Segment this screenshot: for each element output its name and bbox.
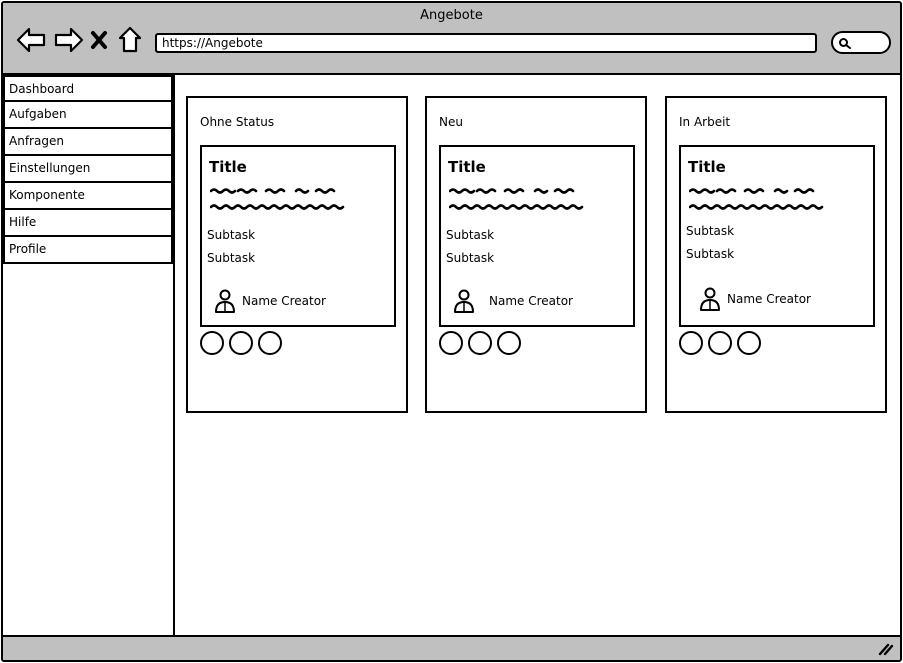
- board-column-neu: Neu Title Subtask Subtask Name Creator: [425, 96, 647, 413]
- column-title: Neu: [439, 115, 463, 129]
- sidebar-item-profile[interactable]: Profile: [3, 237, 173, 264]
- forward-arrow-icon: [54, 27, 84, 53]
- forward-button[interactable]: [54, 25, 84, 55]
- sidebar-item-dashboard[interactable]: Dashboard: [3, 75, 173, 102]
- assignee-avatar[interactable]: [258, 331, 282, 355]
- task-card[interactable]: Title Subtask Subtask Name Creator: [679, 145, 875, 327]
- assignee-avatar[interactable]: [200, 331, 224, 355]
- subtask-item: Subtask: [686, 247, 735, 261]
- home-button[interactable]: [117, 25, 143, 55]
- placeholder-text-scribble: [689, 188, 824, 210]
- board-column-ohne-status: Ohne Status Title Subtask Subtask Name C…: [186, 96, 408, 413]
- address-bar[interactable]: https://Angebote: [155, 33, 817, 53]
- sidebar-item-hilfe[interactable]: Hilfe: [3, 210, 173, 237]
- avatar-circles: [679, 331, 761, 355]
- placeholder-text-scribble: [210, 188, 345, 210]
- sidebar-item-komponente[interactable]: Komponente: [3, 183, 173, 210]
- card-title: Title: [688, 158, 726, 176]
- search-button[interactable]: [831, 31, 891, 54]
- task-card[interactable]: Title Subtask Subtask Name Creator: [439, 145, 635, 327]
- user-icon: [215, 289, 235, 313]
- column-title: In Arbeit: [679, 115, 731, 129]
- creator-info: Name Creator: [214, 289, 326, 313]
- sidebar-item-anfragen[interactable]: Anfragen: [3, 129, 173, 156]
- subtask-item: Subtask: [207, 251, 256, 265]
- back-button[interactable]: [16, 25, 46, 55]
- creator-info: Name Creator: [453, 289, 573, 313]
- placeholder-text-scribble: [449, 188, 584, 210]
- subtask-item: Subtask: [446, 251, 495, 265]
- title-bar: Angebote https://Angebote: [3, 3, 900, 75]
- subtask-item: Subtask: [207, 228, 256, 242]
- card-title: Title: [209, 158, 247, 176]
- user-icon: [454, 289, 474, 313]
- close-x-icon: [91, 31, 107, 49]
- browser-window: Angebote https://Angebote Dashboard Aufg…: [1, 1, 902, 662]
- resize-grip-icon[interactable]: [878, 642, 894, 656]
- avatar-circles: [439, 331, 521, 355]
- subtask-item: Subtask: [446, 228, 495, 242]
- sidebar-menu: Dashboard Aufgaben Anfragen Einstellunge…: [3, 75, 175, 637]
- assignee-avatar[interactable]: [497, 331, 521, 355]
- stop-button[interactable]: [88, 25, 110, 55]
- assignee-avatar[interactable]: [737, 331, 761, 355]
- assignee-avatar[interactable]: [439, 331, 463, 355]
- assignee-avatar[interactable]: [229, 331, 253, 355]
- sidebar-item-aufgaben[interactable]: Aufgaben: [3, 102, 173, 129]
- sidebar-item-einstellungen[interactable]: Einstellungen: [3, 156, 173, 183]
- search-icon: [839, 38, 851, 49]
- card-title: Title: [448, 158, 486, 176]
- avatar-circles: [200, 331, 282, 355]
- assignee-avatar[interactable]: [468, 331, 492, 355]
- subtask-item: Subtask: [686, 224, 735, 238]
- creator-name: Name Creator: [727, 292, 811, 306]
- column-title: Ohne Status: [200, 115, 275, 129]
- creator-name: Name Creator: [242, 294, 326, 308]
- user-icon: [700, 287, 720, 311]
- back-arrow-icon: [16, 27, 46, 53]
- creator-info: Name Creator: [699, 287, 811, 311]
- assignee-avatar[interactable]: [708, 331, 732, 355]
- board-column-in-arbeit: In Arbeit Title Subtask Subtask Name Cre…: [665, 96, 887, 413]
- status-bar: [3, 635, 900, 660]
- home-icon: [118, 26, 142, 53]
- assignee-avatar[interactable]: [679, 331, 703, 355]
- window-title: Angebote: [420, 8, 483, 23]
- task-card[interactable]: Title Subtask Subtask Name Creator: [200, 145, 396, 327]
- creator-name: Name Creator: [489, 294, 573, 308]
